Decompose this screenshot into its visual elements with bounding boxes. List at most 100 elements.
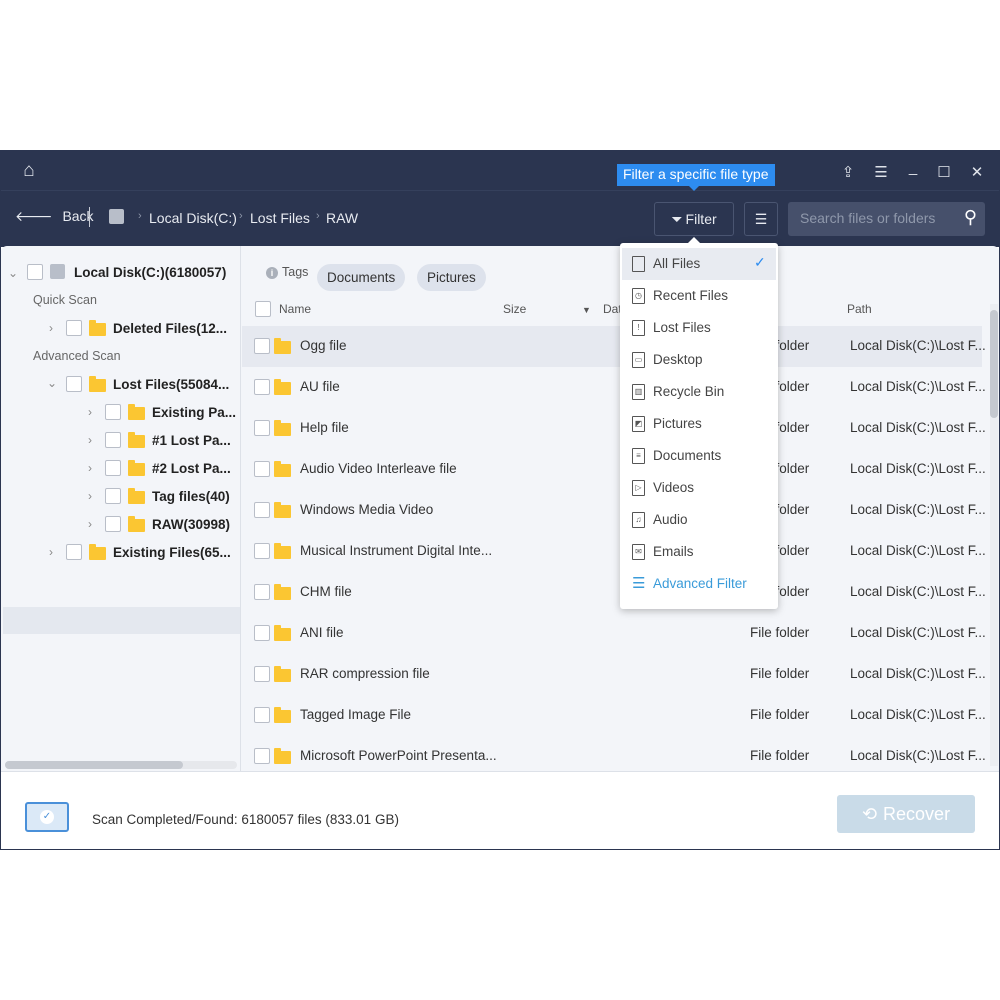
column-date[interactable]: Dat bbox=[603, 302, 622, 316]
checkbox[interactable] bbox=[105, 516, 121, 532]
tag-documents[interactable]: Documents bbox=[317, 264, 406, 291]
tree-item[interactable]: #1 Lost Pa... bbox=[152, 433, 231, 448]
search-icon[interactable]: ⚲ bbox=[964, 207, 977, 228]
checkbox[interactable] bbox=[66, 544, 82, 560]
select-all-checkbox[interactable] bbox=[255, 301, 271, 317]
filter-item-recent-files[interactable]: ◷ Recent Files bbox=[622, 280, 776, 312]
sort-down-icon[interactable]: ▼ bbox=[582, 305, 591, 315]
menu-icon[interactable]: ☰ bbox=[871, 163, 891, 181]
row-checkbox[interactable] bbox=[254, 543, 270, 559]
filter-item-pictures[interactable]: ◩ Pictures bbox=[622, 408, 776, 440]
row-checkbox[interactable] bbox=[254, 420, 270, 436]
checkbox[interactable] bbox=[105, 488, 121, 504]
tree-item[interactable]: Existing Pa... bbox=[152, 405, 236, 420]
file-type: File folder bbox=[750, 666, 810, 681]
row-checkbox[interactable] bbox=[254, 625, 270, 641]
view-list-button[interactable]: ☰ bbox=[744, 202, 778, 236]
breadcrumb-lost-files[interactable]: Lost Files bbox=[250, 210, 310, 226]
close-icon[interactable]: ✕ bbox=[967, 163, 987, 181]
chevron-right-icon[interactable]: › bbox=[88, 405, 92, 419]
folder-icon bbox=[274, 707, 291, 723]
chevron-right-icon[interactable]: › bbox=[49, 321, 53, 335]
chevron-down-icon[interactable]: ⌄ bbox=[47, 376, 57, 390]
filter-item-emails[interactable]: ✉ Emails bbox=[622, 536, 776, 568]
advanced-filter-button[interactable]: ☰ Advanced Filter bbox=[622, 568, 776, 600]
deleted-folder-icon bbox=[89, 320, 106, 336]
table-row[interactable]: Audio Video Interleave file File folder … bbox=[242, 449, 986, 490]
home-icon[interactable]: ⌂ bbox=[19, 160, 39, 182]
filter-item-videos[interactable]: ▷ Videos bbox=[622, 472, 776, 504]
folder-icon bbox=[128, 488, 145, 504]
row-checkbox[interactable] bbox=[254, 461, 270, 477]
tree-item-local-disk[interactable]: Local Disk(C:)(6180057) bbox=[74, 265, 226, 280]
filter-dropdown: All Files ✓ ◷ Recent Files ! Lost Files … bbox=[620, 237, 778, 609]
filter-item-lost-files[interactable]: ! Lost Files bbox=[622, 312, 776, 344]
chevron-right-icon[interactable]: › bbox=[88, 461, 92, 475]
column-size[interactable]: Size bbox=[503, 302, 526, 316]
maximize-icon[interactable]: ☐ bbox=[934, 163, 954, 181]
row-checkbox[interactable] bbox=[254, 666, 270, 682]
checkbox[interactable] bbox=[105, 432, 121, 448]
row-checkbox[interactable] bbox=[254, 502, 270, 518]
tree-item-lost-files[interactable]: Lost Files(55084... bbox=[113, 377, 229, 392]
folder-icon bbox=[274, 420, 291, 436]
checkbox[interactable] bbox=[105, 404, 121, 420]
lost-files-icon: ! bbox=[632, 320, 645, 336]
filter-button[interactable]: ⏷ Filter bbox=[654, 202, 734, 236]
row-checkbox[interactable] bbox=[254, 748, 270, 764]
advanced-filter-label: Advanced Filter bbox=[653, 576, 747, 591]
emails-icon: ✉ bbox=[632, 544, 645, 560]
chevron-right-icon[interactable]: › bbox=[88, 433, 92, 447]
table-row[interactable]: Windows Media Video File folder Local Di… bbox=[242, 490, 986, 531]
search-input[interactable]: Search files or folders ⚲ bbox=[788, 202, 985, 236]
row-checkbox[interactable] bbox=[254, 707, 270, 723]
horizontal-scrollbar[interactable] bbox=[5, 761, 237, 769]
chevron-down-icon[interactable]: ⌄ bbox=[8, 266, 18, 280]
column-name[interactable]: Name bbox=[279, 302, 311, 316]
share-icon[interactable]: ⇪ bbox=[838, 163, 858, 181]
scrollbar-thumb[interactable] bbox=[5, 761, 183, 769]
checkbox[interactable] bbox=[66, 376, 82, 392]
funnel-icon: ⏷ bbox=[671, 210, 683, 227]
minimize-icon[interactable]: _ bbox=[903, 159, 923, 176]
chevron-right-icon[interactable]: › bbox=[88, 517, 92, 531]
tree-item-existing-files[interactable]: Existing Files(65... bbox=[113, 545, 231, 560]
tree-item-deleted-files[interactable]: Deleted Files(12... bbox=[113, 321, 227, 336]
table-row[interactable]: RAR compression file File folder Local D… bbox=[242, 654, 986, 695]
back-arrow-icon: 🡐 bbox=[15, 208, 53, 224]
row-checkbox[interactable] bbox=[254, 584, 270, 600]
table-row[interactable]: Musical Instrument Digital Inte... File … bbox=[242, 531, 986, 572]
checkbox[interactable] bbox=[27, 264, 43, 280]
table-row[interactable]: Tagged Image File File folder Local Disk… bbox=[242, 695, 986, 736]
tag-pictures[interactable]: Pictures bbox=[417, 264, 486, 291]
tree-item[interactable]: RAW(30998) bbox=[152, 517, 230, 532]
table-row[interactable]: Ogg file File folder Local Disk(C:)\Lost… bbox=[242, 326, 986, 367]
row-checkbox[interactable] bbox=[254, 338, 270, 354]
tree-item[interactable]: Tag files(40) bbox=[152, 489, 230, 504]
checkbox[interactable] bbox=[66, 320, 82, 336]
row-checkbox[interactable] bbox=[254, 379, 270, 395]
table-row[interactable]: AU file File folder Local Disk(C:)\Lost … bbox=[242, 367, 986, 408]
vertical-scrollbar[interactable] bbox=[990, 304, 998, 766]
scrollbar-thumb[interactable] bbox=[990, 310, 998, 418]
filter-item-all-files[interactable]: All Files ✓ bbox=[622, 248, 776, 280]
back-button[interactable]: 🡐 Back bbox=[15, 208, 94, 225]
breadcrumb-local-disk[interactable]: Local Disk(C:) bbox=[149, 210, 237, 226]
table-row[interactable]: CHM file File folder Local Disk(C:)\Lost… bbox=[242, 572, 986, 613]
checkbox[interactable] bbox=[105, 460, 121, 476]
tree-item[interactable]: #2 Lost Pa... bbox=[152, 461, 231, 476]
breadcrumb-raw[interactable]: RAW bbox=[326, 210, 358, 226]
recent-files-icon: ◷ bbox=[632, 288, 645, 304]
file-type: File folder bbox=[750, 707, 810, 722]
filter-item-label: Emails bbox=[653, 544, 694, 559]
recover-button[interactable]: ⟲ Recover bbox=[837, 795, 975, 833]
chevron-right-icon[interactable]: › bbox=[88, 489, 92, 503]
filter-item-recycle-bin[interactable]: ▥ Recycle Bin bbox=[622, 376, 776, 408]
table-row[interactable]: ANI file File folder Local Disk(C:)\Lost… bbox=[242, 613, 986, 654]
table-row[interactable]: Help file File folder Local Disk(C:)\Los… bbox=[242, 408, 986, 449]
column-path[interactable]: Path bbox=[847, 302, 872, 316]
chevron-right-icon[interactable]: › bbox=[49, 545, 53, 559]
filter-item-audio[interactable]: ♫ Audio bbox=[622, 504, 776, 536]
filter-item-documents[interactable]: ≡ Documents bbox=[622, 440, 776, 472]
filter-item-desktop[interactable]: ▭ Desktop bbox=[622, 344, 776, 376]
